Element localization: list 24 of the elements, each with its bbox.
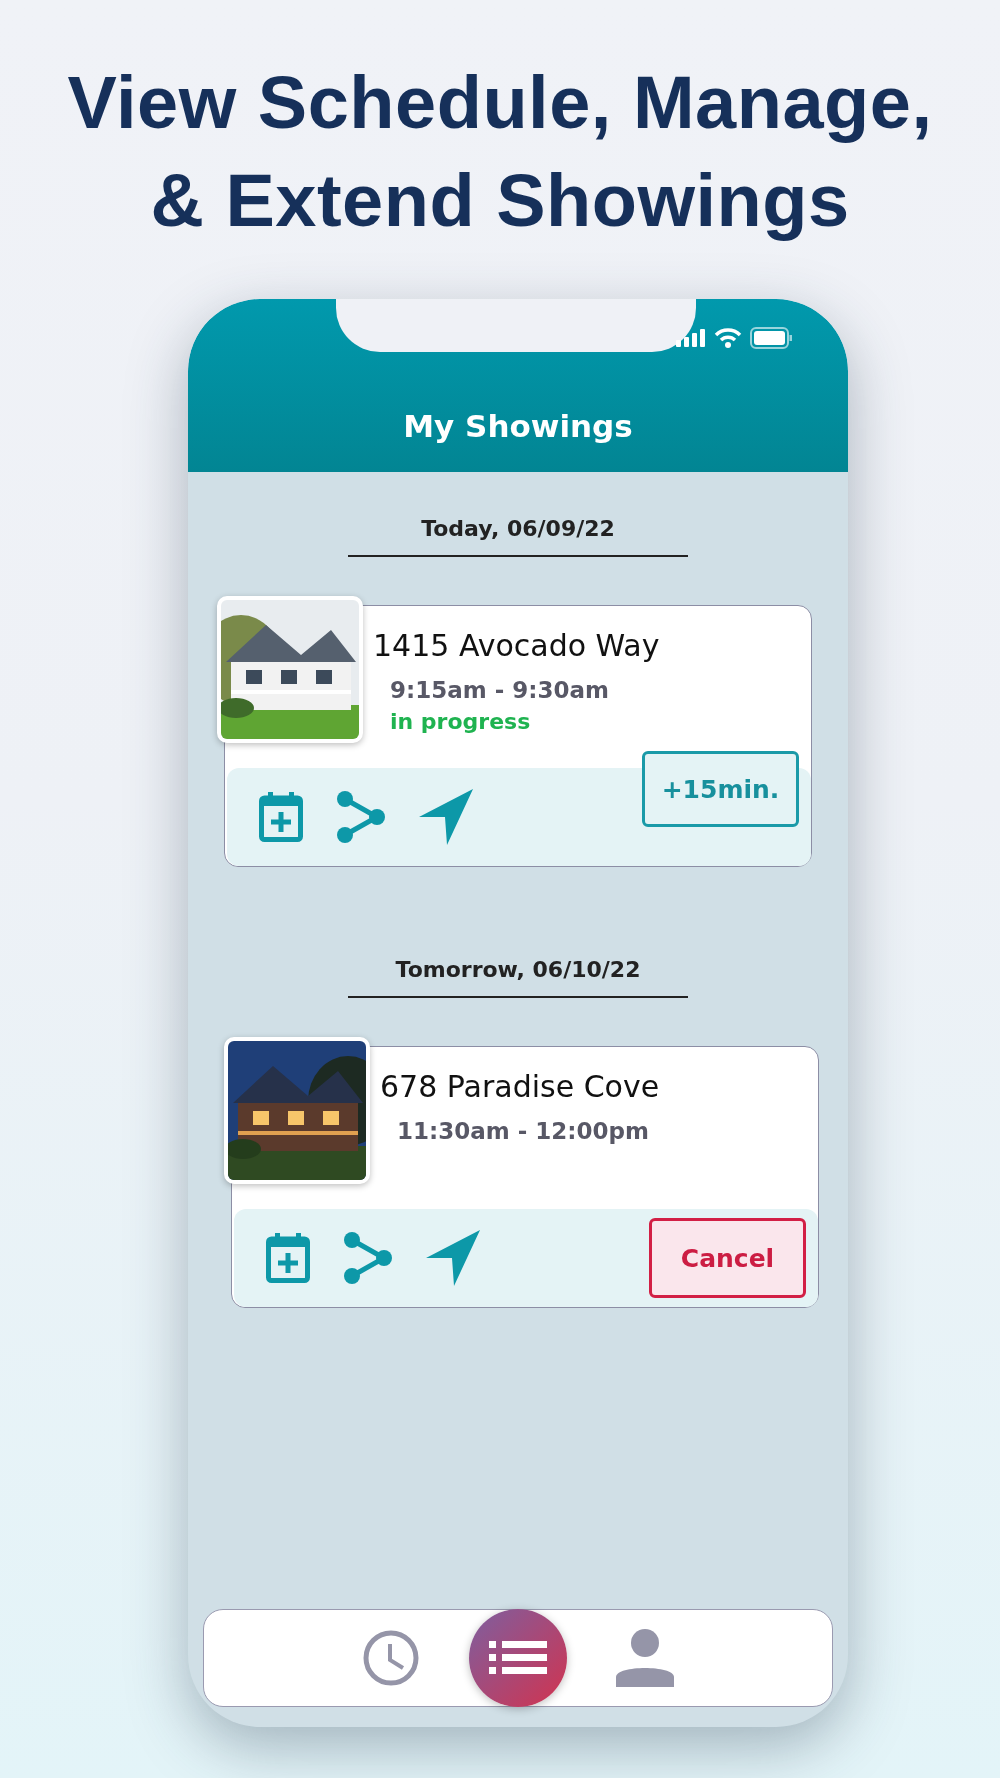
date-heading: Tomorrow, 06/10/22 xyxy=(348,957,688,998)
person-icon xyxy=(616,1629,674,1687)
showing-time: 9:15am - 9:30am xyxy=(390,677,609,703)
navigation-arrow-icon[interactable] xyxy=(419,789,473,845)
date-heading: Today, 06/09/22 xyxy=(348,516,688,557)
share-icon[interactable] xyxy=(344,1232,392,1284)
signal-icon xyxy=(676,329,706,347)
navigation-arrow-icon[interactable] xyxy=(426,1230,480,1286)
address: 678 Paradise Cove xyxy=(380,1069,660,1104)
calendar-add-icon[interactable] xyxy=(266,1233,310,1283)
cancel-button[interactable]: Cancel xyxy=(649,1218,806,1298)
screen-title: My Showings xyxy=(403,408,633,444)
showing-time: 11:30am - 12:00pm xyxy=(397,1118,649,1144)
battery-icon xyxy=(750,327,792,349)
share-icon[interactable] xyxy=(337,791,385,843)
nav-tab[interactable] xyxy=(469,1609,567,1707)
headline: View Schedule, Manage, & Extend Showings xyxy=(66,60,934,244)
wifi-icon xyxy=(714,328,742,348)
showing-status: in progress xyxy=(390,709,531,734)
list-icon xyxy=(489,1641,547,1675)
extend-button[interactable]: +15min. xyxy=(642,751,799,827)
address: 1415 Avocado Way xyxy=(373,628,660,663)
clock-icon xyxy=(363,1630,419,1686)
calendar-add-icon[interactable] xyxy=(259,792,303,842)
